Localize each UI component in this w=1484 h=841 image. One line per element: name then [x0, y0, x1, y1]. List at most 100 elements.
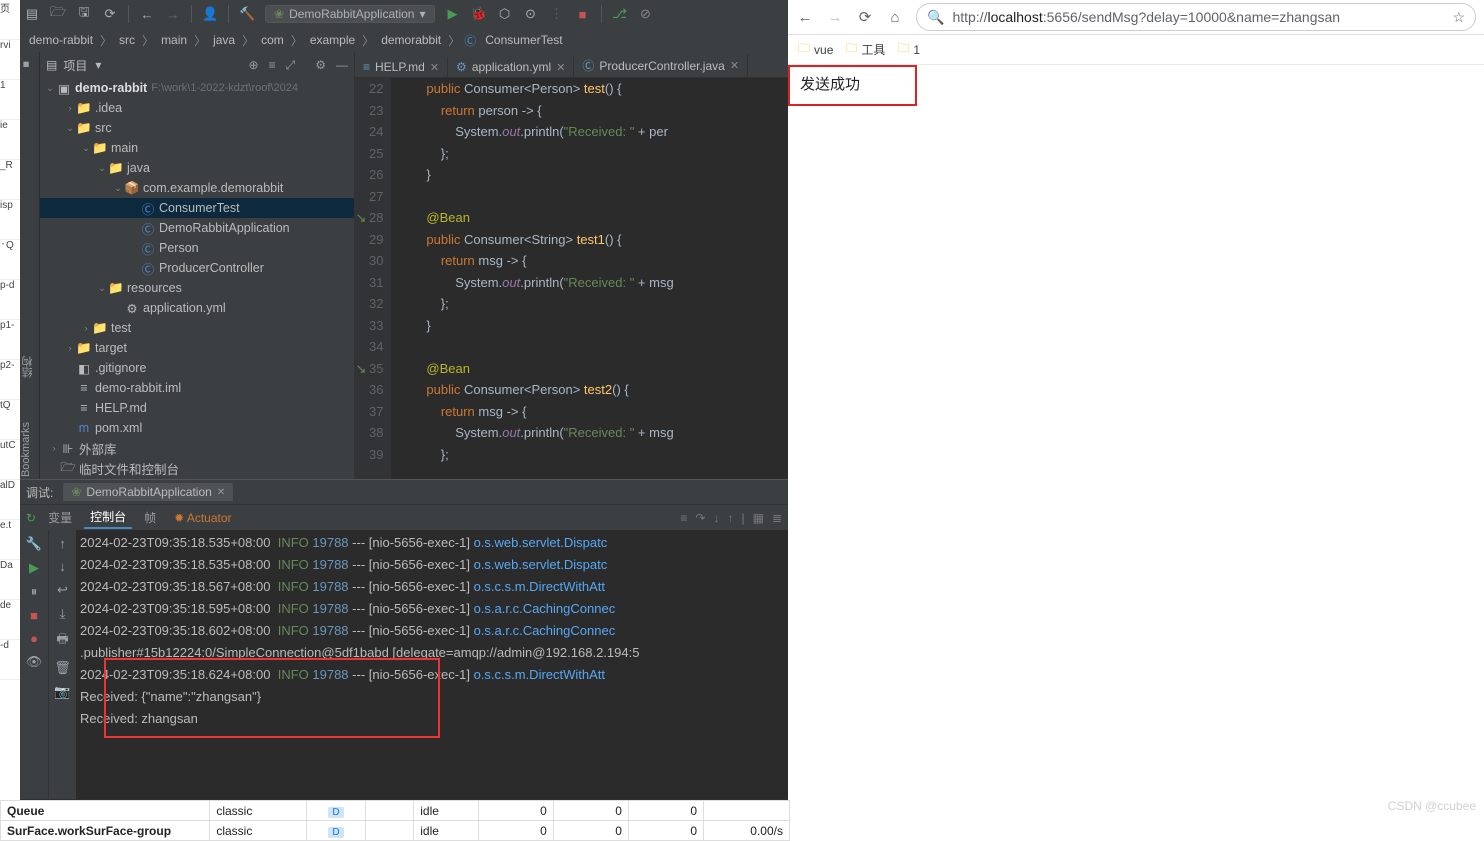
print-icon[interactable]: 🖶 [56, 630, 68, 652]
user-icon[interactable]: 👤 [202, 6, 218, 22]
forward-icon[interactable]: → [165, 7, 181, 22]
tree-node[interactable]: ⌄📦com.example.demorabbit [40, 178, 354, 198]
pause-icon[interactable]: ⏸ [31, 584, 38, 600]
sidebar-tab-structure[interactable]: 结构 [20, 354, 39, 380]
breadcrumb-seg[interactable]: main [158, 32, 190, 48]
open-icon[interactable]: 🗁 [50, 3, 66, 25]
editor-tab[interactable]: ≡HELP.md✕ [355, 57, 448, 77]
bookmark-item[interactable]: 🗀vue [798, 39, 833, 60]
wrench-icon[interactable]: 🔧 [26, 536, 42, 552]
clear-icon[interactable]: 🗑 [54, 660, 71, 676]
sidebar-tab-bookmarks[interactable]: Bookmarks [20, 420, 39, 479]
target-icon[interactable]: ⊕ [249, 58, 259, 73]
resume-icon[interactable]: ▶ [29, 560, 39, 576]
no-entry-icon[interactable]: ⊘ [638, 6, 654, 22]
url-text: http://localhost:5656/sendMsg?delay=1000… [952, 9, 1340, 25]
tree-node[interactable]: ⒸProducerController [40, 258, 354, 278]
tree-node[interactable]: 🗁临时文件和控制台 [40, 458, 354, 478]
tab-frames[interactable]: 帧 [138, 507, 162, 528]
project-icon[interactable]: ▤ [24, 6, 40, 22]
tree-node[interactable]: ›📁test [40, 318, 354, 338]
hammer-icon[interactable]: 🔨 [239, 6, 255, 22]
tree-node[interactable]: ⒸDemoRabbitApplication [40, 218, 354, 238]
step-out-icon[interactable]: ↑ [727, 511, 733, 525]
hide-icon[interactable]: — [336, 58, 348, 73]
threads-icon[interactable]: ▦ [753, 511, 764, 525]
tab-console[interactable]: 控制台 [84, 506, 132, 529]
breadcrumb-seg[interactable]: demorabbit [378, 32, 444, 48]
view-bp-icon[interactable]: 👁 [26, 654, 43, 670]
wrap-icon[interactable]: ↩ [57, 582, 68, 598]
browser-toolbar: ← → ⟳ ⌂ 🔍 http://localhost:5656/sendMsg?… [788, 0, 1484, 35]
sync-icon[interactable]: ⟳ [102, 6, 118, 22]
tree-node[interactable]: ⌄📁java [40, 158, 354, 178]
collapse-icon[interactable]: ≡ [269, 58, 276, 73]
nav-forward-icon[interactable]: → [826, 9, 844, 26]
expand-icon[interactable]: ⤢ [286, 58, 296, 73]
nav-reload-icon[interactable]: ⟳ [856, 8, 874, 26]
step-over-icon[interactable]: ↷ [695, 511, 705, 525]
code-area[interactable]: 222324252627↘28293031323334↘3536373839 p… [355, 78, 788, 479]
git-icon[interactable]: ⎇ [612, 6, 628, 22]
code-text[interactable]: public Consumer<Person> test() { return … [391, 78, 788, 479]
line-numbers: 222324252627↘28293031323334↘3536373839 [355, 78, 391, 479]
mute-bp-icon[interactable]: ● [30, 631, 38, 646]
close-icon[interactable]: ✕ [217, 487, 225, 498]
tree-root[interactable]: ⌄▣demo-rabbitF:\work\1-2022-kdzt\roof\20… [40, 78, 354, 98]
attach-icon[interactable]: ⋮ [549, 6, 565, 22]
breadcrumb-seg[interactable]: demo-rabbit [26, 32, 96, 48]
stop-icon[interactable]: ■ [575, 7, 591, 22]
gear-icon[interactable]: ⚙ [315, 58, 326, 73]
debug-icon[interactable]: 🐞 [471, 6, 487, 22]
run-session-tab[interactable]: ❀ DemoRabbitApplication ✕ [63, 483, 233, 501]
more-icon[interactable]: ≣ [772, 511, 782, 525]
breadcrumb-seg[interactable]: example [307, 32, 358, 48]
scroll-end-icon[interactable]: ⤓ [60, 606, 66, 622]
run-config-selector[interactable]: ❀ DemoRabbitApplication ▾ [265, 5, 435, 23]
profile-icon[interactable]: ⊙ [523, 6, 539, 22]
editor-tab[interactable]: ⚙application.yml✕ [448, 57, 574, 77]
coverage-icon[interactable]: ⬡ [497, 6, 513, 22]
tree-node[interactable]: ◧.gitignore [40, 358, 354, 378]
tree-node[interactable]: ›⊪外部库 [40, 438, 354, 458]
tree-node[interactable]: ≡demo-rabbit.iml [40, 378, 354, 398]
save-icon[interactable]: 🖫 [76, 3, 92, 25]
tab-actuator[interactable]: ✹ Actuator [168, 509, 237, 527]
tree-node[interactable]: ⚙application.yml [40, 298, 354, 318]
url-box[interactable]: 🔍 http://localhost:5656/sendMsg?delay=10… [916, 3, 1476, 31]
editor-tab[interactable]: ⒸProducerController.java✕ [574, 54, 748, 77]
tree-node[interactable]: ⒸConsumerTest [40, 198, 354, 218]
tree-node[interactable]: ⌄📁main [40, 138, 354, 158]
breadcrumb-seg[interactable]: com [258, 32, 287, 48]
tree-node[interactable]: ⌄📁src [40, 118, 354, 138]
nav-home-icon[interactable]: ⌂ [886, 9, 904, 26]
up-icon[interactable]: ↑ [59, 536, 66, 551]
console-output[interactable]: 2024-02-23T09:35:18.535+08:00 INFO 19788… [76, 530, 788, 799]
camera-icon[interactable]: 📷 [54, 684, 70, 700]
run-panel-tabs: 调试: ❀ DemoRabbitApplication ✕ [20, 480, 788, 504]
tree-node[interactable]: ⌄📁resources [40, 278, 354, 298]
chevron-down-icon[interactable]: ▾ [95, 58, 101, 72]
tree-node[interactable]: ›📁.idea [40, 98, 354, 118]
tree-node[interactable]: ≡HELP.md [40, 398, 354, 418]
breadcrumb-seg[interactable]: src [116, 32, 138, 48]
rerun-icon[interactable]: ↻ [26, 511, 36, 525]
tree-node[interactable]: mpom.xml [40, 418, 354, 438]
step-into-icon[interactable]: ↓ [713, 511, 719, 525]
down-icon[interactable]: ↓ [59, 559, 66, 574]
tree-node[interactable]: ⒸPerson [40, 238, 354, 258]
stop-icon[interactable]: ■ [30, 608, 38, 623]
bookmark-item[interactable]: 🗀1 [897, 39, 920, 60]
star-icon[interactable]: ☆ [1452, 9, 1465, 26]
sidebar-tab-project[interactable]: ■ [20, 56, 39, 72]
back-icon[interactable]: ← [139, 7, 155, 22]
tree-node[interactable]: ›📁target [40, 338, 354, 358]
breadcrumb-seg[interactable]: java [210, 32, 238, 48]
bookmark-item[interactable]: 🗀工具 [845, 39, 885, 60]
nav-back-icon[interactable]: ← [796, 9, 814, 26]
tab-variables[interactable]: 变量 [42, 507, 78, 528]
layout-icon[interactable]: ≡ [680, 511, 687, 525]
run-icon[interactable]: ▶ [445, 6, 461, 22]
project-tree[interactable]: ⌄▣demo-rabbitF:\work\1-2022-kdzt\roof\20… [40, 78, 354, 479]
breadcrumb-seg[interactable]: ConsumerTest [482, 32, 565, 48]
